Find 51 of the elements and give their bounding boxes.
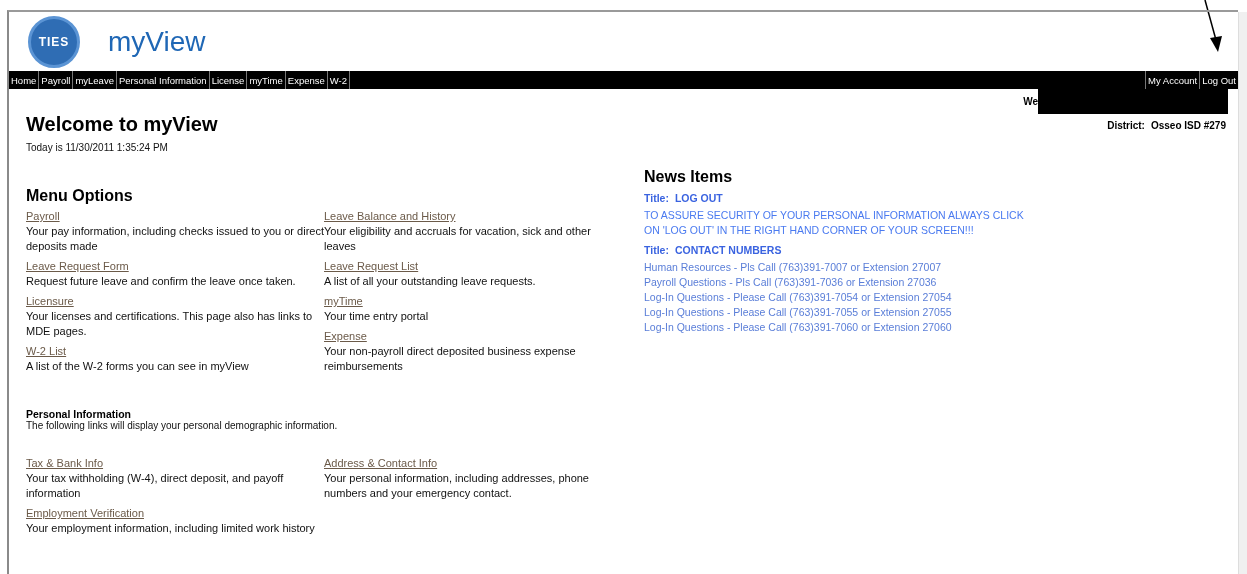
user-greeting: We [1023, 96, 1038, 107]
news-title: LOG OUT [674, 192, 723, 204]
menu-description: Your employment information, including limited work history [26, 521, 316, 536]
menu-description: Request future leave and confirm the leave once taken. [26, 274, 297, 289]
menu-description: Your time entry portal [324, 309, 430, 324]
menu-description: A list of all your outstanding leave requests. [324, 274, 537, 289]
page-title: Welcome to myView [26, 113, 219, 136]
news-title-label: Title: [644, 192, 669, 204]
nav-link[interactable]: W-2 [327, 71, 351, 89]
nav-link[interactable]: myLeave [73, 71, 117, 89]
current-date: Today is 11/30/2011 1:35:24 PM [26, 142, 169, 153]
menu-description: Your personal information, including addresses, phone numbers and your emergency contact. [324, 471, 590, 501]
section-heading: News Items [644, 168, 734, 186]
menu-description: A list of the W-2 forms you can see in myView [26, 359, 250, 374]
nav-link[interactable]: Payroll [39, 71, 74, 89]
menu-link[interactable]: Tax & Bank Info [26, 457, 104, 469]
news-title-label: Title: [644, 244, 669, 256]
menu-description: Your eligibility and accruals for vacation, sick and other leaves [324, 224, 592, 254]
menu-link[interactable]: Leave Request List [324, 260, 419, 272]
menu-link[interactable]: Leave Request Form [26, 260, 129, 272]
section-heading: Menu Options [26, 187, 134, 205]
contact-line: Log-In Questions - Please Call (763)391-7054 or Extension 27054 [644, 290, 953, 305]
app-title: myView [108, 25, 206, 58]
nav-link[interactable]: Home [9, 71, 40, 89]
contact-line: Log-In Questions - Please Call (763)391-7060 or Extension 27060 [644, 320, 953, 335]
menu-link[interactable]: Payroll [26, 210, 60, 222]
contact-line: Log-In Questions - Please Call (763)391-7055 or Extension 27055 [644, 305, 953, 320]
news-text: TO ASSURE SECURITY OF YOUR PERSONAL INFORMATION ALWAYS CLICK ON 'LOG OUT' IN THE RIGHT HAND CORNER OF YOUR SCREEN!!! [644, 208, 1025, 238]
nav-link[interactable]: myTime [247, 71, 286, 89]
nav-link[interactable]: Personal Information [116, 71, 210, 89]
section-heading: Personal Information [26, 408, 132, 420]
menu-link[interactable]: Leave Balance and History [324, 210, 456, 222]
nav-link[interactable]: Expense [285, 71, 328, 89]
district-label: District: [1107, 120, 1145, 131]
menu-link[interactable]: Licensure [26, 295, 74, 307]
menu-link[interactable]: myTime [324, 295, 363, 307]
logo: TIES [28, 15, 80, 68]
menu-description: Your pay information, including checks issued to you or direct deposits made [26, 224, 324, 254]
section-description: The following links will display your personal demographic information. [26, 420, 339, 431]
menu-link[interactable]: Address & Contact Info [324, 457, 438, 469]
contact-line: Payroll Questions - Pls Call (763)391-7036 or Extension 27036 [644, 275, 938, 290]
news-title: CONTACT NUMBERS [674, 244, 782, 256]
menu-link[interactable]: Expense [324, 330, 367, 342]
nav-link[interactable]: License [209, 71, 248, 89]
district-name: Osseo ISD #279 [1150, 120, 1226, 131]
menu-description: Your non-payroll direct deposited business expense reimbursements [324, 344, 577, 374]
menu-description: Your licenses and certifications. This page also has links to MDE pages. [26, 309, 314, 339]
menu-link[interactable]: W-2 List [26, 345, 67, 357]
menu-description: Your tax withholding (W-4), direct deposit, and payoff information [26, 471, 285, 501]
menu-link[interactable]: Employment Verification [26, 507, 144, 519]
contact-line: Human Resources - Pls Call (763)391-7007 or Extension 27007 [644, 260, 943, 275]
